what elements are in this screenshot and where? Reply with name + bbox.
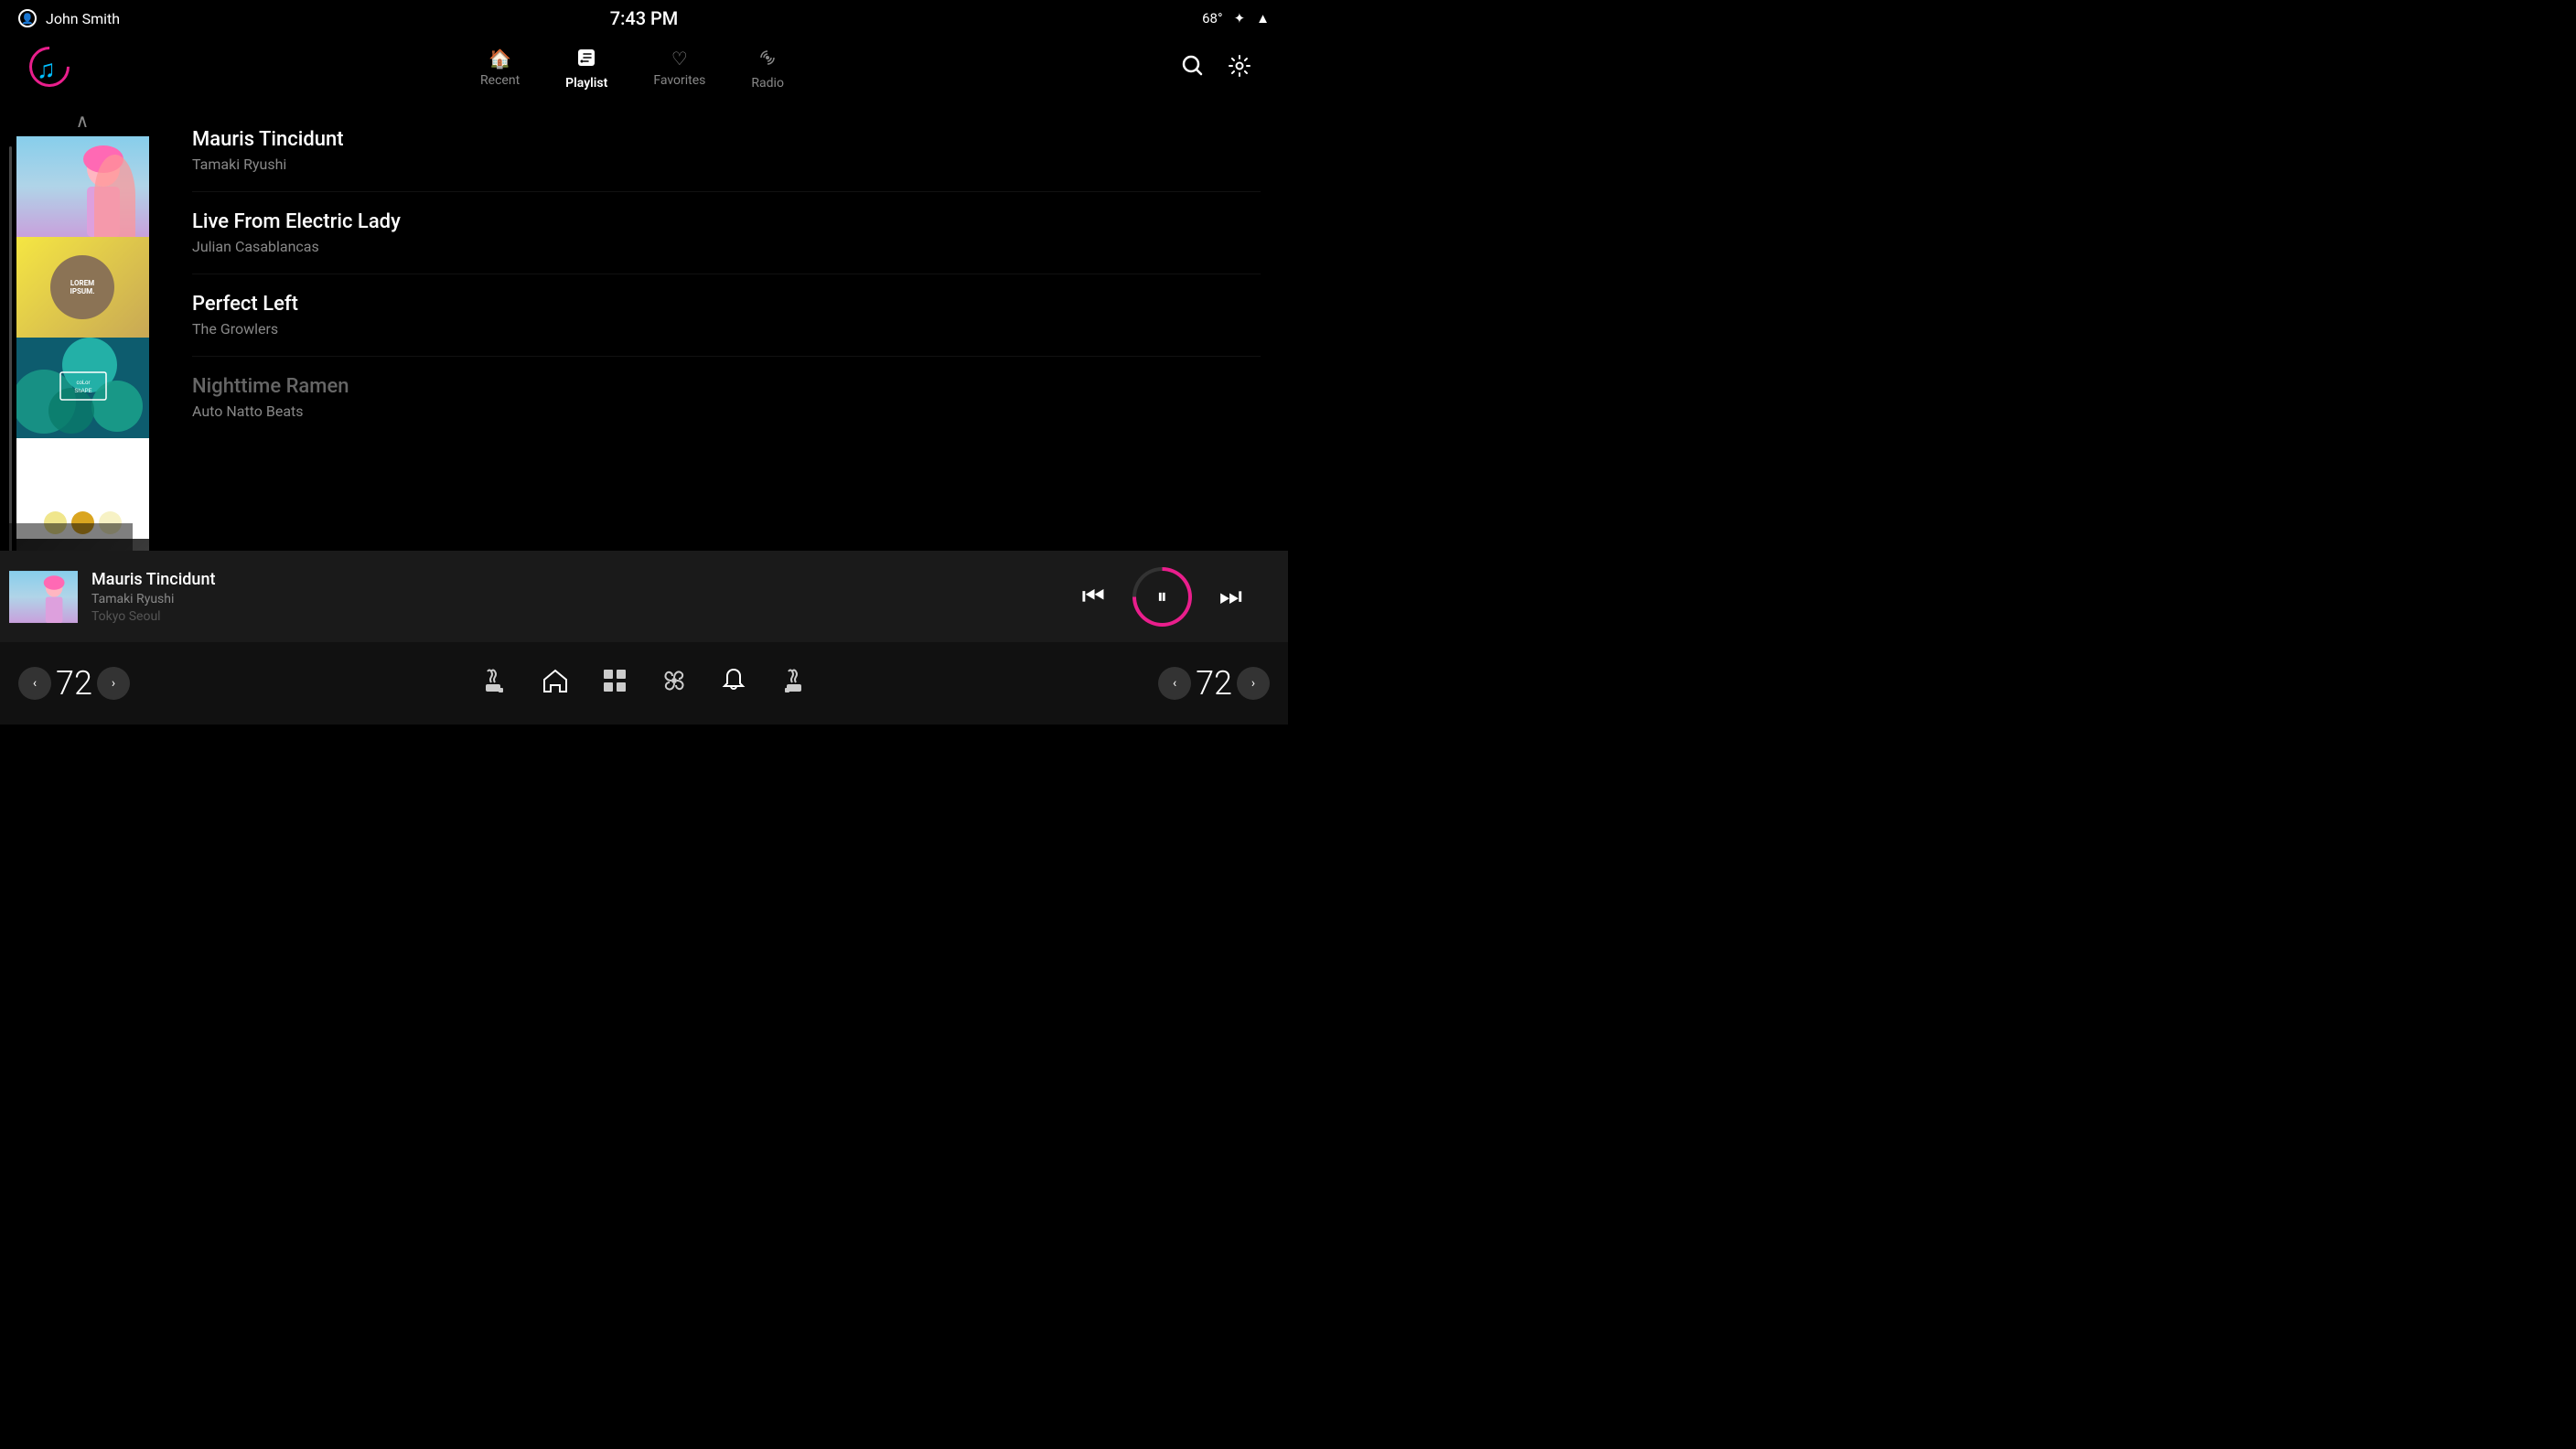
now-playing-controls: ⏮ ⏸ ⏭ <box>1082 567 1270 627</box>
home-button[interactable] <box>542 667 569 701</box>
status-right: 68° ✦ ▲ <box>1202 10 1270 27</box>
tab-radio-label: Radio <box>751 76 784 91</box>
album-art-mauris <box>16 136 149 237</box>
bluetooth-icon: ✦ <box>1234 10 1246 27</box>
fan-button[interactable] <box>660 667 688 701</box>
playlist-item-1[interactable]: Mauris Tincidunt Tamaki Ryushi <box>192 110 1261 192</box>
now-playing-album-art <box>9 563 78 631</box>
playlist-item-4-title: Nighttime Ramen <box>192 375 1261 398</box>
heart-icon: ♡ <box>671 48 688 70</box>
nav-bar: ♫ 🏠 Recent Playlist ♡ Favorites <box>0 37 1288 101</box>
next-track-button[interactable]: ⏭ <box>1219 582 1242 612</box>
settings-button[interactable] <box>1228 54 1251 83</box>
logo-ring-icon <box>21 38 78 94</box>
sys-right-controls: ‹ 72 › <box>1158 664 1270 703</box>
sys-left-controls: ‹ 72 › <box>18 664 130 703</box>
tab-favorites-label: Favorites <box>653 73 705 88</box>
tab-playlist-label: Playlist <box>565 76 607 91</box>
playlist-item-2-artist: Julian Casablancas <box>192 238 1261 255</box>
prev-track-button[interactable]: ⏮ <box>1082 582 1105 612</box>
user-avatar-icon: 👤 <box>18 9 37 27</box>
nav-tabs: 🏠 Recent Playlist ♡ Favorites <box>83 48 1181 91</box>
app-logo: ♫ <box>37 54 56 84</box>
tab-playlist[interactable]: Playlist <box>565 48 607 91</box>
playlist-item-1-artist: Tamaki Ryushi <box>192 156 1261 173</box>
home-icon: 🏠 <box>488 48 511 70</box>
album-thumb-1[interactable] <box>16 136 149 237</box>
status-time: 7:43 PM <box>610 7 679 29</box>
heat-seat-right-button[interactable] <box>779 667 807 701</box>
tab-favorites[interactable]: ♡ Favorites <box>653 48 705 91</box>
svg-text:ShAPE: ShAPE <box>74 389 91 394</box>
status-bar: 👤 John Smith 7:43 PM 68° ✦ ▲ <box>0 0 1288 37</box>
playlist-item-1-title: Mauris Tincidunt <box>192 128 1261 151</box>
sys-center-controls <box>482 667 807 701</box>
temperature-display: 68° <box>1202 10 1222 27</box>
now-playing-info: Mauris Tincidunt Tamaki Ryushi Tokyo Seo… <box>91 570 1082 624</box>
left-temperature: 72 <box>56 664 92 703</box>
now-playing-artist: Tamaki Ryushi <box>91 592 1082 606</box>
now-playing-album: Tokyo Seoul <box>91 609 1082 624</box>
system-bar: ‹ 72 › <box>0 642 1288 724</box>
album-art-perfect-left: coLor ShAPE <box>16 338 149 438</box>
nav-actions <box>1181 54 1251 83</box>
right-back-button[interactable]: ‹ <box>1158 667 1191 700</box>
now-playing-bar: Mauris Tincidunt Tamaki Ryushi Tokyo Seo… <box>0 551 1288 642</box>
playlist-item-3[interactable]: Perfect Left The Growlers <box>192 274 1261 357</box>
scroll-up-button[interactable]: ∧ <box>76 110 90 132</box>
playlist-icon <box>576 48 596 72</box>
tab-recent[interactable]: 🏠 Recent <box>480 48 520 91</box>
playlist-item-3-title: Perfect Left <box>192 293 1261 316</box>
left-back-button[interactable]: ‹ <box>18 667 51 700</box>
playlist-item-2[interactable]: Live From Electric Lady Julian Casablanc… <box>192 192 1261 274</box>
svg-text:coLor: coLor <box>76 381 90 386</box>
album-thumb-2[interactable]: LOREMIPSUM. <box>16 237 149 338</box>
apps-grid-button[interactable] <box>601 667 628 701</box>
right-temperature: 72 <box>1196 664 1232 703</box>
left-forward-button[interactable]: › <box>97 667 130 700</box>
lorem-ipsum-badge: LOREMIPSUM. <box>50 255 114 319</box>
playlist-item-2-title: Live From Electric Lady <box>192 210 1261 233</box>
right-forward-button[interactable]: › <box>1237 667 1270 700</box>
play-pause-button[interactable]: ⏸ <box>1132 567 1192 627</box>
status-left: 👤 John Smith <box>18 9 120 27</box>
tab-recent-label: Recent <box>480 73 520 88</box>
album-thumb-3[interactable]: coLor ShAPE <box>16 338 149 438</box>
heat-seat-left-button[interactable] <box>482 667 510 701</box>
playlist-item-4[interactable]: Nighttime Ramen Auto Natto Beats <box>192 357 1261 438</box>
playlist-item-3-artist: The Growlers <box>192 320 1261 338</box>
album-art-electric-lady: LOREMIPSUM. <box>16 237 149 338</box>
tab-radio[interactable]: Radio <box>751 48 784 91</box>
signal-icon: ▲ <box>1256 10 1270 27</box>
notification-button[interactable] <box>720 667 747 701</box>
lorem-ipsum-text: LOREMIPSUM. <box>70 279 94 295</box>
playlist-item-4-artist: Auto Natto Beats <box>192 402 1261 420</box>
radio-icon <box>757 48 778 72</box>
user-name: John Smith <box>46 10 120 27</box>
now-playing-title: Mauris Tincidunt <box>91 570 1082 589</box>
search-button[interactable] <box>1181 54 1205 83</box>
